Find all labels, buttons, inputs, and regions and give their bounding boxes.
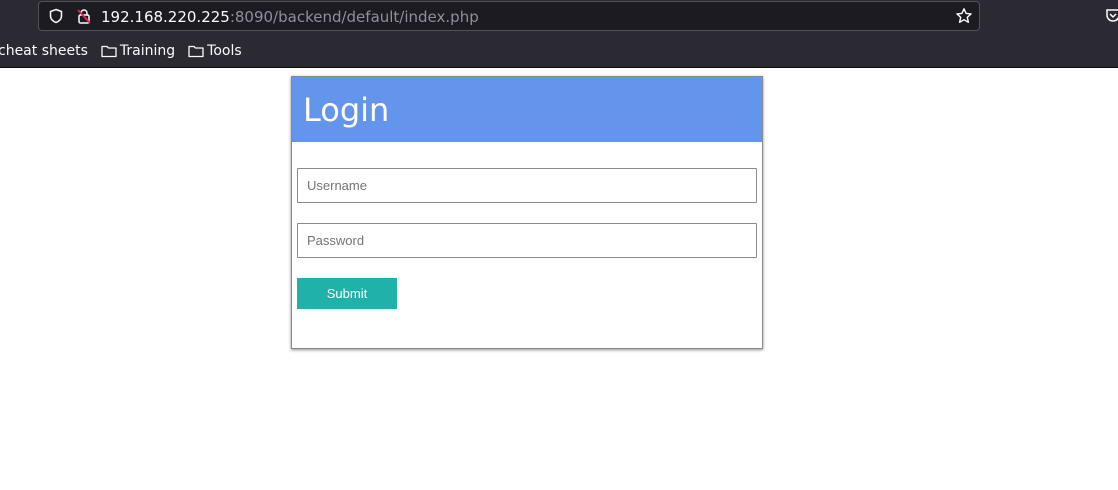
shield-icon[interactable] xyxy=(48,8,64,24)
browser-toolbar: 192.168.220.225:8090/backend/default/ind… xyxy=(0,0,1118,68)
bookmark-folder-training[interactable]: Training xyxy=(101,40,175,62)
bookmark-label: Tools xyxy=(207,43,242,59)
url-host: 192.168.220.225 xyxy=(101,8,230,26)
bookmark-label: Training xyxy=(119,43,176,59)
bookmarks-bar: cheat sheets Training Tools xyxy=(0,40,242,62)
url-text[interactable]: 192.168.220.225:8090/backend/default/ind… xyxy=(101,7,479,27)
url-path: :8090/backend/default/index.php xyxy=(229,8,479,26)
address-bar[interactable]: 192.168.220.225:8090/backend/default/ind… xyxy=(38,1,980,31)
bookmark-label: cheat sheets xyxy=(0,43,88,59)
star-icon[interactable] xyxy=(955,7,973,25)
folder-icon xyxy=(188,45,204,58)
login-card: Login Submit xyxy=(291,76,763,349)
login-header: Login xyxy=(292,77,762,142)
bookmark-cheat-sheets[interactable]: cheat sheets xyxy=(0,40,88,62)
bookmark-folder-tools[interactable]: Tools xyxy=(188,40,242,62)
page-title: Login xyxy=(303,90,390,129)
lock-slash-icon[interactable] xyxy=(76,8,92,24)
submit-button[interactable]: Submit xyxy=(297,278,397,309)
pocket-icon[interactable] xyxy=(1106,8,1118,22)
password-input[interactable] xyxy=(297,223,757,258)
username-input[interactable] xyxy=(297,168,757,203)
folder-icon xyxy=(101,45,117,58)
